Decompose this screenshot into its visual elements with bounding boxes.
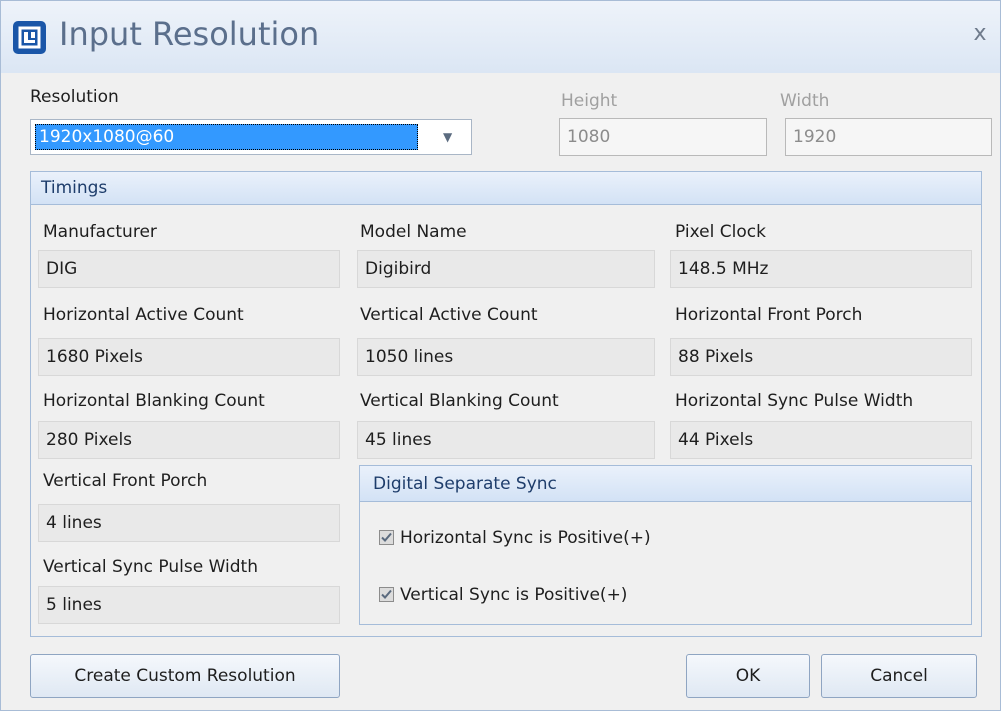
v-active-label: Vertical Active Count bbox=[360, 305, 538, 325]
chevron-down-icon[interactable]: ▼ bbox=[443, 130, 452, 144]
v-blanking-field[interactable]: 45 lines bbox=[357, 421, 655, 459]
v-active-field[interactable]: 1050 lines bbox=[357, 338, 655, 376]
h-blanking-field[interactable]: 280 Pixels bbox=[38, 421, 340, 459]
title-bar: Input Resolution x bbox=[1, 1, 1000, 73]
v-front-porch-label: Vertical Front Porch bbox=[43, 471, 208, 491]
v-sync-width-label: Vertical Sync Pulse Width bbox=[43, 557, 258, 577]
v-sync-positive-checkbox[interactable] bbox=[379, 587, 394, 602]
digital-separate-sync-group: Digital Separate Sync Horizontal Sync is… bbox=[359, 465, 972, 625]
checkmark-icon bbox=[381, 532, 392, 542]
h-active-field[interactable]: 1680 Pixels bbox=[38, 338, 340, 376]
app-logo-icon bbox=[13, 21, 46, 54]
checkmark-icon bbox=[381, 589, 392, 599]
ok-button[interactable]: OK bbox=[686, 654, 810, 698]
timings-header: Timings bbox=[31, 172, 981, 205]
resolution-dropdown[interactable]: 1920x1080@60 ▼ bbox=[30, 119, 472, 155]
h-blanking-label: Horizontal Blanking Count bbox=[43, 391, 265, 411]
input-resolution-dialog: Input Resolution x Resolution 1920x1080@… bbox=[0, 0, 1001, 711]
height-label: Height bbox=[561, 91, 618, 111]
window-title: Input Resolution bbox=[59, 15, 320, 53]
manufacturer-label: Manufacturer bbox=[43, 222, 157, 242]
height-field[interactable]: 1080 bbox=[559, 118, 767, 156]
h-sync-positive-label: Horizontal Sync is Positive(+) bbox=[400, 528, 651, 548]
cancel-button[interactable]: Cancel bbox=[821, 654, 977, 698]
h-active-label: Horizontal Active Count bbox=[43, 305, 244, 325]
resolution-label: Resolution bbox=[30, 87, 119, 107]
h-sync-positive-checkbox[interactable] bbox=[379, 530, 394, 545]
model-name-field[interactable]: Digibird bbox=[357, 250, 655, 288]
digital-separate-sync-header: Digital Separate Sync bbox=[360, 466, 971, 502]
pixel-clock-label: Pixel Clock bbox=[675, 222, 766, 242]
h-sync-width-label: Horizontal Sync Pulse Width bbox=[675, 391, 914, 411]
close-icon[interactable]: x bbox=[967, 21, 993, 47]
h-front-porch-field[interactable]: 88 Pixels bbox=[670, 338, 972, 376]
resolution-selected-value: 1920x1080@60 bbox=[35, 124, 418, 150]
model-name-label: Model Name bbox=[360, 222, 467, 242]
v-sync-width-field[interactable]: 5 lines bbox=[38, 586, 340, 624]
v-sync-positive-label: Vertical Sync is Positive(+) bbox=[400, 585, 628, 605]
manufacturer-field[interactable]: DIG bbox=[38, 250, 340, 288]
h-sync-width-field[interactable]: 44 Pixels bbox=[670, 421, 972, 459]
width-field[interactable]: 1920 bbox=[785, 118, 992, 156]
pixel-clock-field[interactable]: 148.5 MHz bbox=[670, 250, 972, 288]
create-custom-resolution-button[interactable]: Create Custom Resolution bbox=[30, 654, 340, 698]
width-label: Width bbox=[780, 91, 830, 111]
v-blanking-label: Vertical Blanking Count bbox=[360, 391, 559, 411]
v-front-porch-field[interactable]: 4 lines bbox=[38, 504, 340, 542]
h-front-porch-label: Horizontal Front Porch bbox=[675, 305, 863, 325]
